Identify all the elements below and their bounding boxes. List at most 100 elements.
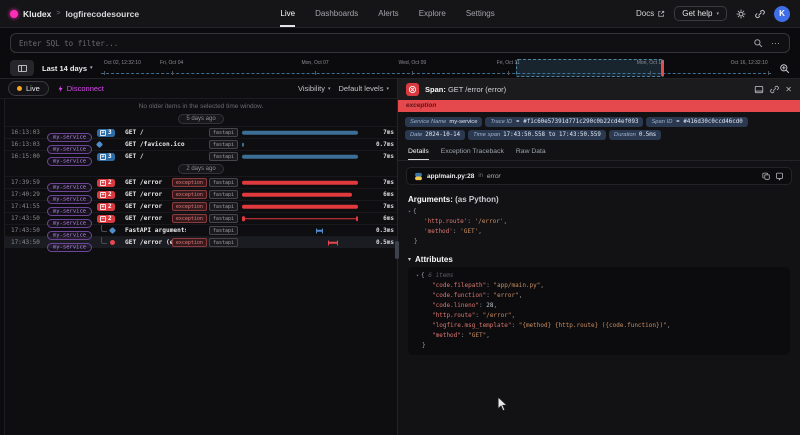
timeline[interactable]: Oct 02, 12:32:10Fri, Oct 04Mon, Oct 07We… [101, 59, 771, 77]
trace-row[interactable]: 17:43:50my-serviceGET /error (error)exce… [5, 236, 397, 248]
meta-chip-trace-id[interactable]: Trace ID⚭#f1c60e57391d771c290c0b22cd4ef0… [485, 117, 643, 127]
chip-value: 17:43:50.558 to 17:43:50.559 [503, 132, 601, 138]
sidebar-icon [18, 65, 27, 72]
span-duration-bar[interactable] [316, 228, 323, 233]
exception-tag[interactable]: exception [172, 202, 207, 211]
span-duration-bar[interactable] [242, 204, 358, 209]
code-token: , [486, 332, 490, 339]
copy-icon[interactable] [762, 172, 771, 181]
meta-chip-time-span[interactable]: Time span17:43:50.558 to 17:43:50.559 [468, 130, 606, 140]
get-help-button[interactable]: Get help ▾ [674, 6, 727, 21]
service-tag[interactable]: my-service [47, 243, 92, 252]
child-count: 2 [108, 215, 112, 222]
close-icon[interactable]: ✕ [785, 86, 792, 94]
code-line: "code.lineno": 28, [416, 301, 782, 311]
service-tag[interactable]: my-service [47, 157, 92, 166]
breadcrumb-org[interactable]: Kludex [23, 9, 51, 19]
logfire-logo-icon[interactable] [10, 10, 18, 18]
span-duration-track [242, 225, 358, 236]
meta-chip-span-id[interactable]: Span ID⚭#416d30c0ccd46cd0 [646, 117, 747, 127]
code-location-bar[interactable]: app/main.py:28 in error [406, 167, 792, 185]
meta-chip-date[interactable]: Date2024-10-14 [405, 130, 465, 140]
tab-live[interactable]: Live [280, 0, 295, 27]
visibility-dropdown[interactable]: Visibility ▾ [298, 84, 330, 93]
exception-tag[interactable]: exception [172, 178, 207, 187]
more-options-button[interactable]: ⋯ [771, 40, 781, 46]
row-title: GET /favicon.ico [125, 141, 186, 148]
source-location-icon[interactable] [775, 172, 784, 181]
disconnect-button[interactable]: Disconnect [57, 84, 104, 93]
span-duration-bar[interactable] [242, 218, 358, 220]
fastapi-tag[interactable]: fastapi [209, 238, 238, 247]
chevron-down-icon: ▾ [328, 86, 331, 92]
child-count-badge[interactable]: +2 [97, 203, 115, 211]
meta-chip-duration[interactable]: Duration0.5ms [609, 130, 661, 140]
share-link-icon[interactable] [755, 9, 765, 19]
span-duration-bar[interactable] [242, 192, 352, 197]
span-duration-bar[interactable] [328, 240, 338, 245]
log-diamond-icon [109, 227, 116, 234]
breadcrumb-project[interactable]: logfirecodesource [65, 9, 139, 19]
zoom-in-icon[interactable] [779, 63, 790, 74]
detail-tab-raw-data[interactable]: Raw Data [516, 145, 546, 160]
row-tags: fastapi [186, 152, 238, 161]
child-count-badge[interactable]: −2 [97, 215, 115, 223]
meta-chip-service-name[interactable]: Service Namemy-service [405, 117, 482, 127]
row-gutter [97, 240, 125, 245]
exception-tag[interactable]: exception [172, 190, 207, 199]
sidebar-toggle-button[interactable] [10, 60, 34, 76]
tab-alerts[interactable]: Alerts [378, 0, 398, 27]
live-toggle[interactable]: Live [8, 81, 49, 96]
theme-toggle-icon[interactable] [736, 9, 746, 19]
row-gutter: +3 [97, 153, 125, 161]
fastapi-tag[interactable]: fastapi [209, 202, 238, 211]
child-count-badge[interactable]: +2 [97, 179, 115, 187]
span-duration-track [242, 127, 358, 138]
span-duration-bar[interactable] [242, 142, 244, 147]
scrollbar-thumb[interactable] [395, 241, 399, 259]
docs-label: Docs [636, 9, 654, 18]
timeline-tick [315, 71, 316, 75]
breadcrumb: Kludex > logfirecodesource [10, 9, 139, 19]
exception-tag[interactable]: exception [172, 214, 207, 223]
permalink-icon[interactable] [770, 85, 779, 94]
fastapi-tag[interactable]: fastapi [209, 128, 238, 137]
child-count-badge[interactable]: +3 [97, 129, 115, 137]
app-root: Kludex > logfirecodesource Live Dashboard… [0, 0, 800, 435]
code-file-path: app/main.py:28 [427, 173, 474, 180]
code-token: : [467, 218, 474, 225]
avatar[interactable]: K [774, 6, 790, 22]
time-range-selector[interactable]: Last 14 days ▾ [42, 64, 93, 73]
trace-row[interactable]: 16:15:00my-service+3GET /fastapi7ms [5, 150, 397, 162]
collapse-caret-icon[interactable]: ▾ [416, 273, 419, 279]
fastapi-tag[interactable]: fastapi [209, 214, 238, 223]
search-icon[interactable] [753, 38, 763, 48]
span-duration-bar[interactable] [242, 180, 358, 185]
fastapi-tag[interactable]: fastapi [209, 190, 238, 199]
levels-dropdown[interactable]: Default levels ▾ [338, 84, 389, 93]
attributes-heading[interactable]: ▾ Attributes [408, 255, 790, 264]
child-count-badge[interactable]: +3 [97, 153, 115, 161]
span-duration-bar[interactable] [242, 154, 358, 159]
tab-settings[interactable]: Settings [466, 0, 495, 27]
dock-panel-icon[interactable] [754, 85, 764, 94]
fastapi-tag[interactable]: fastapi [209, 140, 238, 149]
fastapi-tag[interactable]: fastapi [209, 226, 238, 235]
exception-tag[interactable]: exception [172, 238, 207, 247]
docs-link[interactable]: Docs [636, 9, 665, 18]
collapse-caret-icon[interactable]: ▾ [408, 209, 411, 215]
span-detail-header: Span: GET /error (error) ✕ [398, 79, 800, 100]
tab-explore[interactable]: Explore [419, 0, 446, 27]
fastapi-tag[interactable]: fastapi [209, 178, 238, 187]
arguments-heading: Arguments: (as Python) [408, 195, 790, 204]
detail-tab-details[interactable]: Details [408, 145, 429, 160]
tab-dashboards[interactable]: Dashboards [315, 0, 358, 27]
detail-tab-exception-traceback[interactable]: Exception Traceback [441, 145, 504, 160]
chevron-down-icon: ▾ [386, 86, 389, 92]
span-duration-bar[interactable] [242, 130, 358, 135]
child-count-badge[interactable]: +2 [97, 191, 115, 199]
fastapi-tag[interactable]: fastapi [209, 152, 238, 161]
timeline-tick [650, 71, 651, 75]
sql-filter-input[interactable] [19, 39, 745, 48]
code-token: "code.function" [432, 292, 486, 299]
